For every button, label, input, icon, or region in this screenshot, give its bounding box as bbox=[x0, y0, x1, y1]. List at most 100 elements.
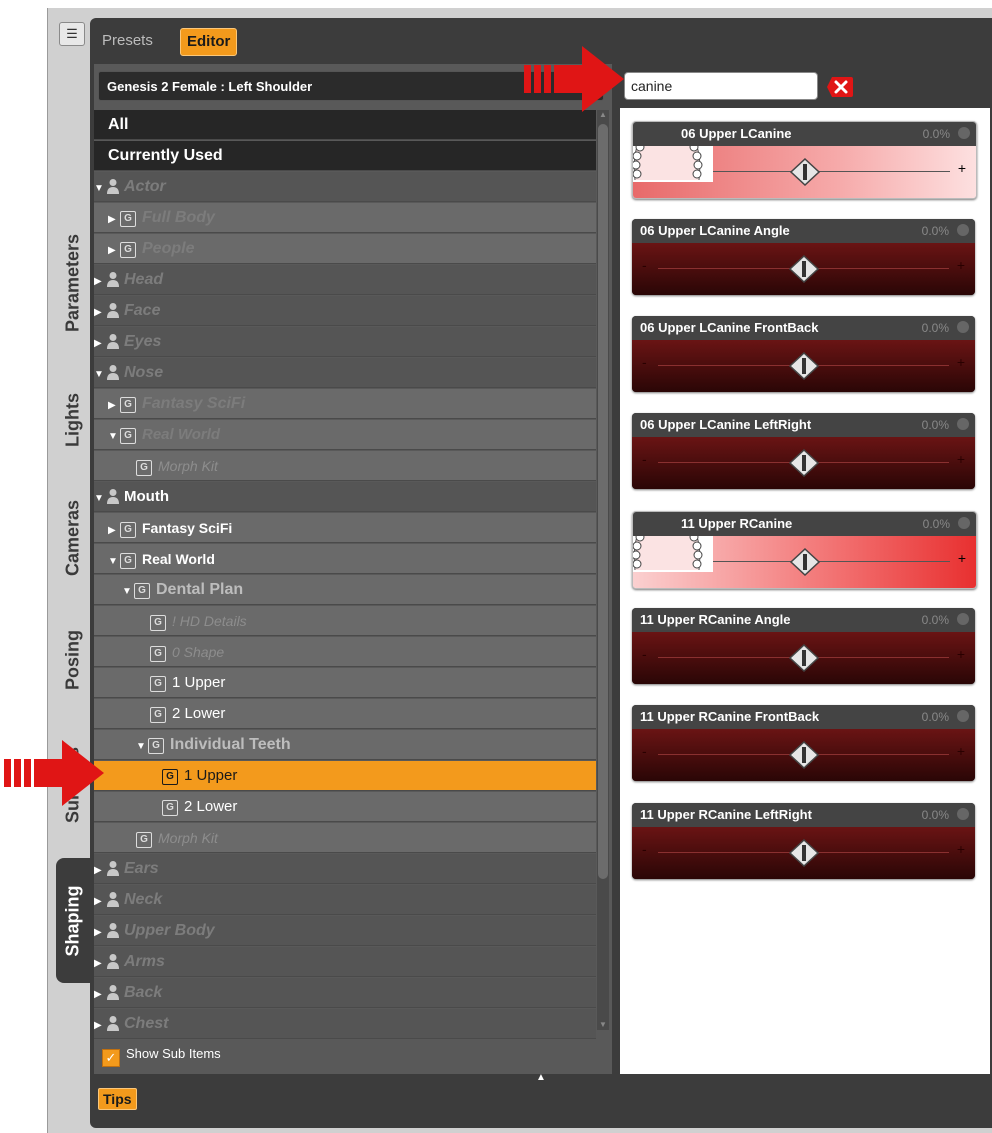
slider-track-area[interactable]: -+ bbox=[632, 437, 975, 489]
expand-up-icon[interactable]: ▲ bbox=[536, 1072, 546, 1083]
slider-track-area[interactable]: -+ bbox=[632, 632, 975, 684]
tree-item-face[interactable]: ▶ Face bbox=[94, 296, 596, 326]
slider-track-area[interactable]: -+ bbox=[632, 340, 975, 392]
tree-item-0-shape[interactable]: G0 Shape bbox=[94, 637, 596, 667]
tree-item-upper-body[interactable]: ▶ Upper Body bbox=[94, 916, 596, 946]
slider-06-upper-lcanine[interactable]: -+ 06 Upper LCanine0.0% bbox=[632, 121, 977, 199]
tree-item-neck[interactable]: ▶ Neck bbox=[94, 885, 596, 915]
tree-item-all[interactable]: All bbox=[94, 110, 596, 140]
tree-item-people[interactable]: ▶ G People bbox=[94, 234, 596, 264]
slider-11-upper-rcanine[interactable]: -+ 11 Upper RCanine0.0% bbox=[632, 511, 977, 589]
collapsed-arrow-icon[interactable]: ▶ bbox=[94, 918, 104, 948]
collapsed-arrow-icon[interactable]: ▶ bbox=[108, 205, 118, 235]
gear-icon[interactable] bbox=[958, 127, 970, 139]
slider-track-area[interactable]: -+ bbox=[632, 729, 975, 781]
gear-icon[interactable] bbox=[957, 613, 969, 625]
tree-item-currently-used[interactable]: Currently Used bbox=[94, 141, 596, 171]
tree-item-back[interactable]: ▶ Back bbox=[94, 978, 596, 1008]
tab-cameras[interactable]: Cameras bbox=[56, 488, 90, 588]
expanded-arrow-icon[interactable]: ▼ bbox=[94, 360, 104, 390]
collapsed-arrow-icon[interactable]: ▶ bbox=[108, 391, 118, 421]
slider-knob[interactable] bbox=[788, 449, 819, 477]
tree-item-head[interactable]: ▶ Head bbox=[94, 265, 596, 295]
slider-11-upper-rcanine-leftright[interactable]: 11 Upper RCanine LeftRight 0.0% - + bbox=[632, 803, 975, 879]
group-icon: G bbox=[134, 583, 150, 599]
tab-parameters[interactable]: Parameters bbox=[56, 220, 90, 345]
slider-knob[interactable] bbox=[788, 741, 819, 769]
slider-knob[interactable] bbox=[788, 839, 819, 867]
search-input[interactable] bbox=[624, 72, 818, 100]
gear-icon[interactable] bbox=[957, 321, 969, 333]
tab-posing[interactable]: Posing bbox=[56, 620, 90, 700]
tree-item-eyes[interactable]: ▶ Eyes bbox=[94, 327, 596, 357]
tree-item-nose-fantasy-scifi[interactable]: ▶ G Fantasy SciFi bbox=[94, 389, 596, 419]
collapsed-arrow-icon[interactable]: ▶ bbox=[94, 329, 104, 359]
slider-06-upper-lcanine-leftright[interactable]: 06 Upper LCanine LeftRight 0.0% - + bbox=[632, 413, 975, 489]
slider-11-upper-rcanine-angle[interactable]: 11 Upper RCanine Angle 0.0% - + bbox=[632, 608, 975, 684]
tree-item-individual-teeth-1-upper[interactable]: G1 Upper bbox=[94, 761, 596, 791]
tree-item-dental-plan[interactable]: ▼ G Dental Plan bbox=[94, 575, 596, 605]
show-sub-items-option[interactable]: ✓ Show Sub Items bbox=[102, 1044, 221, 1067]
tab-presets[interactable]: Presets bbox=[96, 28, 159, 54]
collapsed-arrow-icon[interactable]: ▶ bbox=[94, 267, 104, 297]
slider-knob[interactable] bbox=[789, 548, 820, 576]
tree-item-mouth-real-world[interactable]: ▼ G Real World bbox=[94, 544, 596, 574]
gear-icon[interactable] bbox=[957, 808, 969, 820]
tree-item-full-body[interactable]: ▶ G Full Body bbox=[94, 203, 596, 233]
tree-item-individual-teeth-2-lower[interactable]: G2 Lower bbox=[94, 792, 596, 822]
collapsed-arrow-icon[interactable]: ▶ bbox=[108, 236, 118, 266]
tree-item-nose-real-world[interactable]: ▼ G Real World bbox=[94, 420, 596, 450]
tips-button[interactable]: Tips bbox=[98, 1088, 137, 1110]
person-icon bbox=[107, 923, 119, 938]
tree-item-chest[interactable]: ▶ Chest bbox=[94, 1009, 596, 1039]
collapsed-arrow-icon[interactable]: ▶ bbox=[94, 298, 104, 328]
tree-item-mouth-fantasy-scifi[interactable]: ▶ G Fantasy SciFi bbox=[94, 513, 596, 543]
expanded-arrow-icon[interactable]: ▼ bbox=[94, 174, 104, 204]
tab-lights[interactable]: Lights bbox=[56, 380, 90, 460]
tree-item-mouth-morph-kit[interactable]: G Morph Kit bbox=[94, 823, 596, 853]
slider-track-area[interactable]: -+ bbox=[632, 243, 975, 295]
tree-item-mouth[interactable]: ▼ Mouth bbox=[94, 482, 596, 512]
tree-item-1-upper[interactable]: G1 Upper bbox=[94, 668, 596, 698]
tree-item-nose-morph-kit[interactable]: G Morph Kit bbox=[94, 451, 596, 481]
collapsed-arrow-icon[interactable]: ▶ bbox=[94, 887, 104, 917]
slider-knob[interactable] bbox=[788, 255, 819, 283]
scroll-down-arrow-icon[interactable]: ▼ bbox=[597, 1020, 609, 1030]
tree-item-individual-teeth[interactable]: ▼ G Individual Teeth bbox=[94, 730, 596, 760]
expanded-arrow-icon[interactable]: ▼ bbox=[94, 484, 104, 514]
tab-shaping[interactable]: Shaping bbox=[56, 858, 90, 983]
tree-item-ears[interactable]: ▶ Ears bbox=[94, 854, 596, 884]
collapsed-arrow-icon[interactable]: ▶ bbox=[94, 949, 104, 979]
slider-track-area[interactable]: -+ bbox=[632, 827, 975, 879]
collapsed-arrow-icon[interactable]: ▶ bbox=[94, 980, 104, 1010]
expanded-arrow-icon[interactable]: ▼ bbox=[108, 547, 118, 577]
tree-item-arms[interactable]: ▶ Arms bbox=[94, 947, 596, 977]
slider-knob[interactable] bbox=[788, 352, 819, 380]
slider-06-upper-lcanine-frontback[interactable]: 06 Upper LCanine FrontBack 0.0% - + bbox=[632, 316, 975, 392]
slider-11-upper-rcanine-frontback[interactable]: 11 Upper RCanine FrontBack 0.0% - + bbox=[632, 705, 975, 781]
tree-item-nose[interactable]: ▼ Nose bbox=[94, 358, 596, 388]
gear-icon[interactable] bbox=[957, 224, 969, 236]
tab-editor[interactable]: Editor bbox=[180, 28, 238, 56]
expanded-arrow-icon[interactable]: ▼ bbox=[122, 577, 132, 607]
group-icon: G bbox=[150, 707, 166, 723]
pane-menu-icon[interactable]: ☰ bbox=[59, 22, 85, 46]
gear-icon[interactable] bbox=[957, 710, 969, 722]
collapsed-arrow-icon[interactable]: ▶ bbox=[94, 1011, 104, 1041]
clear-search-icon[interactable] bbox=[826, 76, 854, 98]
slider-knob[interactable] bbox=[788, 644, 819, 672]
slider-06-upper-lcanine-angle[interactable]: 06 Upper LCanine Angle 0.0% - + bbox=[632, 219, 975, 295]
scrollbar-thumb[interactable] bbox=[598, 124, 608, 879]
tree-scrollbar[interactable]: ▲ ▼ bbox=[597, 110, 609, 1030]
tree-item-hd-details[interactable]: G! HD Details bbox=[94, 606, 596, 636]
gear-icon[interactable] bbox=[958, 517, 970, 529]
expanded-arrow-icon[interactable]: ▼ bbox=[108, 422, 118, 452]
tree-item-2-lower[interactable]: G2 Lower bbox=[94, 699, 596, 729]
collapsed-arrow-icon[interactable]: ▶ bbox=[94, 856, 104, 886]
tree-item-actor[interactable]: ▼ Actor bbox=[94, 172, 596, 202]
gear-icon[interactable] bbox=[957, 418, 969, 430]
slider-knob[interactable] bbox=[789, 158, 820, 186]
expanded-arrow-icon[interactable]: ▼ bbox=[136, 732, 146, 762]
collapsed-arrow-icon[interactable]: ▶ bbox=[108, 516, 118, 546]
checkmark-icon[interactable]: ✓ bbox=[102, 1049, 120, 1067]
